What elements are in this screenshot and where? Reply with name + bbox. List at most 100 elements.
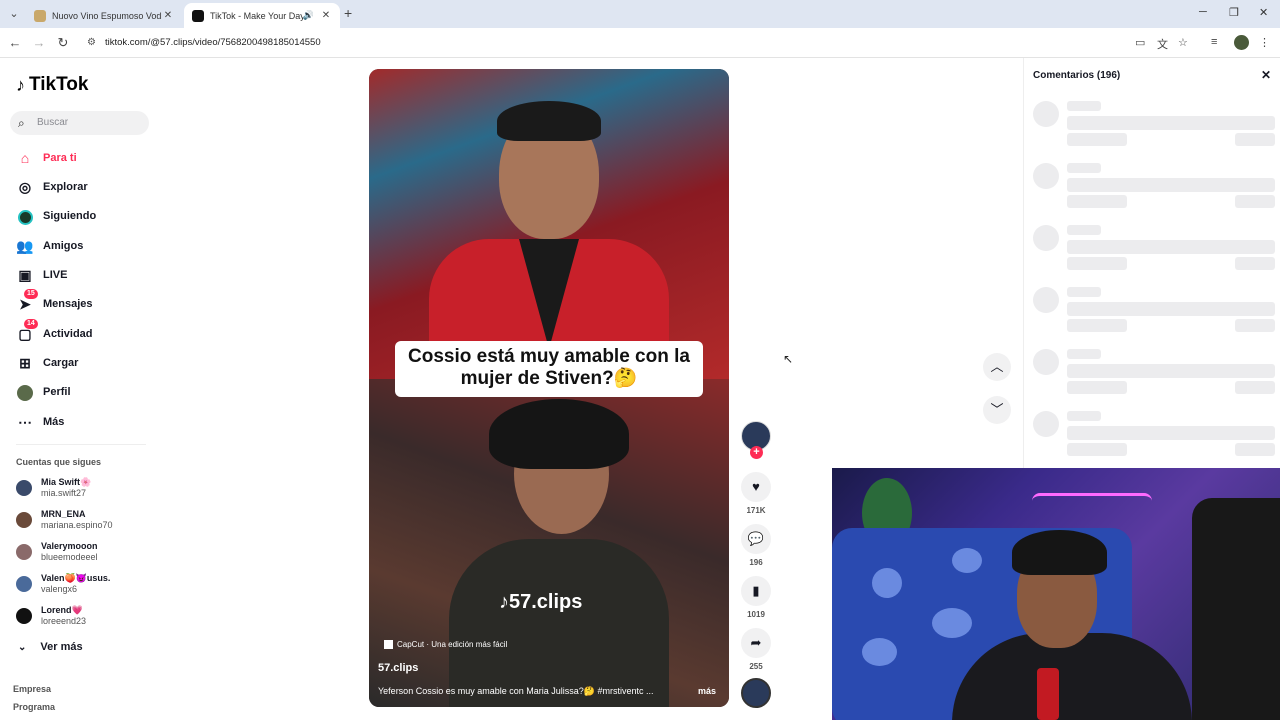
- back-icon[interactable]: ←: [7, 35, 23, 50]
- comment-skeleton-line: [1067, 225, 1101, 235]
- heart-icon: ♥: [741, 472, 771, 502]
- followed-account[interactable]: MRN_ENA mariana.espino70: [16, 509, 113, 531]
- profile-icon: [16, 383, 34, 402]
- comment-skeleton-line: [1067, 411, 1101, 421]
- close-window-icon[interactable]: ✕: [1259, 6, 1268, 19]
- close-comments-icon[interactable]: ✕: [1261, 68, 1271, 82]
- see-more-button[interactable]: ⌄ Ver más: [18, 641, 83, 653]
- minimize-icon[interactable]: ─: [1199, 6, 1207, 18]
- account-name: Lorend💗: [41, 605, 83, 615]
- nav-live[interactable]: ▣ LIVE: [16, 264, 67, 286]
- nav-para-ti[interactable]: ⌂ Para ti: [16, 147, 77, 169]
- new-tab-icon[interactable]: +: [344, 5, 352, 21]
- mouse-cursor-icon: ↖: [783, 352, 794, 366]
- save-button[interactable]: ▮ 1019: [741, 576, 771, 619]
- address-bar-row: ← → ↻ ⚙ tiktok.com/@57.clips/video/75682…: [0, 28, 1280, 58]
- comment-skeleton-line: [1235, 443, 1275, 456]
- nav-label: LIVE: [43, 269, 68, 281]
- video-player[interactable]: Cossio está muy amable con la mujer de S…: [369, 69, 729, 707]
- nav-siguiendo[interactable]: Siguiendo: [16, 205, 96, 227]
- nav-mas[interactable]: ⋯ Más: [16, 411, 64, 433]
- comment-button[interactable]: 💬 196: [741, 524, 771, 567]
- footer-link-empresa[interactable]: Empresa: [13, 684, 51, 694]
- tab-title: TikTok - Make Your Day: [210, 10, 303, 21]
- forward-icon[interactable]: →: [31, 35, 47, 50]
- comment-skeleton-avatar: [1033, 287, 1059, 313]
- followed-account[interactable]: Lorend💗 loreeend23: [16, 605, 86, 627]
- search-placeholder: Buscar: [37, 117, 69, 128]
- comment-skeleton-line: [1067, 349, 1101, 359]
- next-video-button[interactable]: ﹀: [983, 396, 1011, 424]
- music-disc-avatar[interactable]: [741, 678, 771, 708]
- nav-label: Más: [43, 416, 65, 428]
- video-caption-overlay: Cossio está muy amable con la mujer de S…: [395, 341, 703, 397]
- nav-label: Actividad: [43, 328, 93, 340]
- tiktok-logo[interactable]: ♪ TikTok: [16, 74, 88, 96]
- close-tab-icon[interactable]: ✕: [162, 10, 174, 21]
- tiktok-favicon-icon: [192, 9, 204, 22]
- comment-skeleton-avatar: [1033, 101, 1059, 127]
- footer-link-programa[interactable]: Programa: [13, 702, 55, 712]
- description-more-button[interactable]: más: [698, 686, 716, 696]
- comment-skeleton-line: [1067, 116, 1275, 130]
- followed-account[interactable]: Valen🍑😈usus. valengx6: [16, 573, 110, 595]
- like-button[interactable]: ♥ 171K: [741, 472, 771, 515]
- comment-skeleton-avatar: [1033, 225, 1059, 251]
- followed-account[interactable]: Valerymooon blueemodeeel: [16, 541, 98, 563]
- webcam-overlay: [832, 468, 1280, 720]
- messages-badge: 15: [24, 289, 38, 299]
- following-section-title: Cuentas que sigues: [16, 457, 102, 467]
- browser-menu-icon[interactable]: ⋮: [1259, 36, 1270, 49]
- nav-explorar[interactable]: ◎ Explorar: [16, 176, 88, 198]
- video-author[interactable]: 57.clips: [378, 662, 418, 674]
- account-handle: mariana.espino70: [41, 520, 113, 530]
- bed-pattern: [862, 638, 897, 666]
- site-info-icon[interactable]: ⚙: [87, 31, 96, 55]
- restore-icon[interactable]: ❐: [1229, 6, 1239, 19]
- close-tab-icon[interactable]: ✕: [320, 10, 332, 21]
- follow-plus-icon[interactable]: +: [750, 446, 763, 459]
- url-field[interactable]: ⚙ tiktok.com/@57.clips/video/75682004981…: [80, 31, 1200, 55]
- nav-perfil[interactable]: Perfil: [16, 381, 71, 403]
- tab-favicon-icon: [34, 9, 46, 22]
- chevron-down-icon: ⌄: [18, 642, 27, 653]
- account-name: Valen🍑😈usus.: [41, 573, 111, 583]
- nav-actividad[interactable]: ▢ 14 Actividad: [16, 319, 93, 345]
- url-text: tiktok.com/@57.clips/video/7568200498185…: [105, 37, 321, 48]
- share-button[interactable]: ➦ 255: [741, 628, 771, 671]
- followed-account[interactable]: Mia Swift🌸 mia.swift27: [16, 477, 91, 499]
- speaker-icon[interactable]: 🔊: [303, 10, 314, 21]
- nav-cargar[interactable]: ⊞ Cargar: [16, 352, 78, 374]
- search-input[interactable]: ⌕ Buscar: [10, 111, 149, 135]
- nav-amigos[interactable]: 👥 Amigos: [16, 235, 83, 257]
- browser-tab-active[interactable]: TikTok - Make Your Day 🔊 ✕: [184, 3, 340, 28]
- upload-icon: ⊞: [19, 355, 31, 371]
- avatar: [16, 480, 32, 496]
- share-count: 255: [749, 662, 763, 671]
- media-control-icon[interactable]: ≡: [1211, 36, 1217, 48]
- comment-skeleton-line: [1067, 257, 1127, 270]
- translate-icon[interactable]: 文: [1157, 36, 1168, 52]
- share-icon: ➦: [741, 628, 771, 658]
- previous-video-button[interactable]: ︿: [983, 353, 1011, 381]
- reload-icon[interactable]: ↻: [55, 35, 71, 51]
- person-hair: [1012, 530, 1107, 575]
- capcut-link[interactable]: CapCut · Una edición más fácil: [384, 640, 507, 650]
- comment-skeleton-line: [1067, 195, 1127, 208]
- search-icon: ⌕: [18, 116, 25, 130]
- account-handle: blueemodeeel: [41, 552, 98, 562]
- bookmark-star-icon[interactable]: ☆: [1178, 36, 1188, 49]
- browser-tab[interactable]: Nuovo Vino Espumoso Vodka 75 ✕: [26, 3, 182, 28]
- browser-profile-avatar[interactable]: [1234, 35, 1249, 50]
- live-icon: ▣: [18, 267, 32, 283]
- cast-icon[interactable]: ▭: [1135, 36, 1145, 49]
- nav-mensajes[interactable]: ➤ 15 Mensajes: [16, 289, 93, 315]
- gaming-chair: [1192, 498, 1280, 720]
- tab-search-icon[interactable]: ⌄: [6, 6, 22, 22]
- account-name: Mia Swift🌸: [41, 477, 92, 487]
- tiktok-note-icon: ♪: [16, 74, 25, 95]
- video-frame-bottom: [369, 379, 729, 707]
- comment-skeleton-line: [1067, 178, 1275, 192]
- comments-panel: Comentarios (196) ✕: [1023, 58, 1280, 468]
- account-handle: mia.swift27: [41, 488, 87, 498]
